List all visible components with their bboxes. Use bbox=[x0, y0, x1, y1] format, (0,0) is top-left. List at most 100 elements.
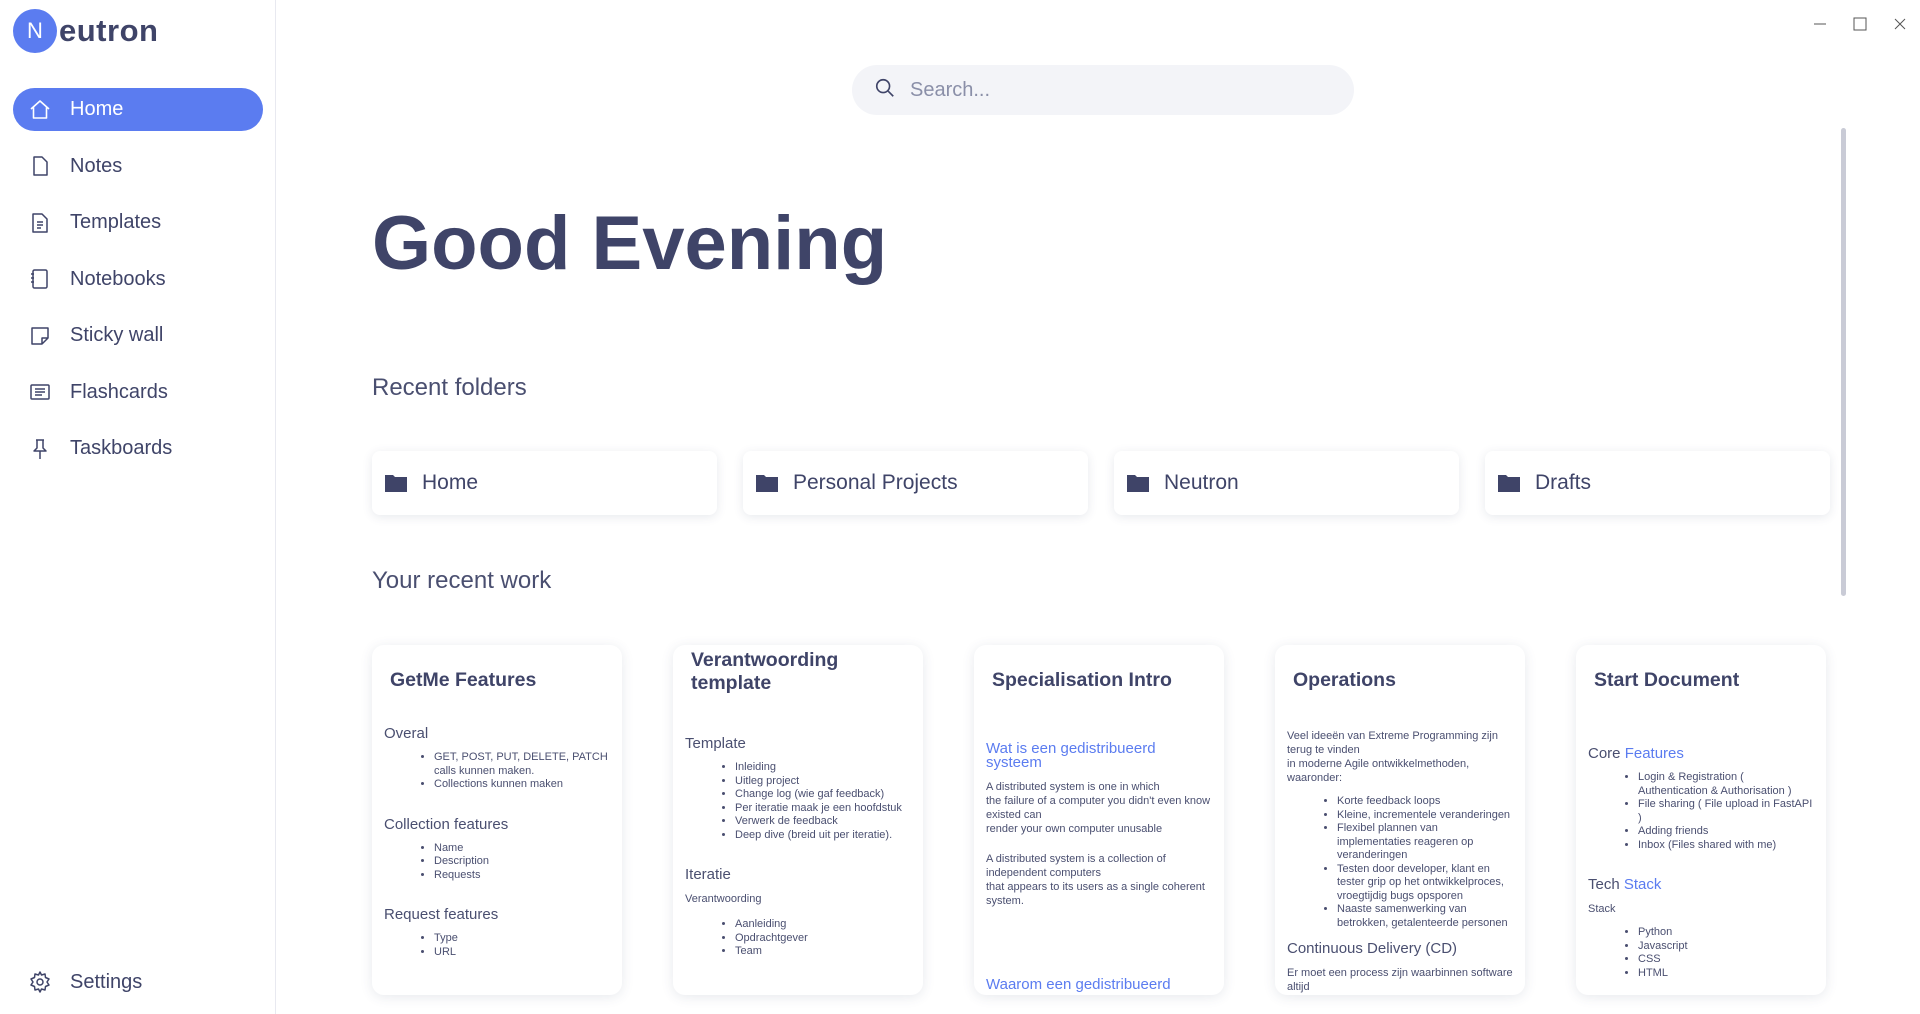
maximize-icon[interactable] bbox=[1840, 12, 1880, 36]
logo-badge: N bbox=[13, 9, 57, 53]
list-item: Team bbox=[735, 945, 911, 959]
sidebar-item-sticky-wall[interactable]: Sticky wall bbox=[13, 314, 263, 357]
folder-card[interactable]: Drafts bbox=[1485, 451, 1830, 515]
sidebar-item-notebooks[interactable]: Notebooks bbox=[13, 258, 263, 301]
list-item: HTML bbox=[1638, 967, 1814, 981]
preview-heading: Tech Stack bbox=[1588, 876, 1814, 893]
list-item: Flexibel plannen van implementaties reag… bbox=[1337, 822, 1513, 863]
folder-card[interactable]: Home bbox=[372, 451, 717, 515]
home-icon bbox=[27, 97, 53, 123]
sidebar-item-label: Notebooks bbox=[70, 267, 166, 290]
preview-list: Name Description Requests bbox=[384, 842, 610, 883]
folder-name: Home bbox=[422, 471, 479, 494]
minimize-icon[interactable] bbox=[1800, 12, 1840, 36]
sidebar-item-home[interactable]: Home bbox=[13, 88, 263, 131]
note-card-title: Specialisation Intro bbox=[992, 669, 1172, 691]
note-preview: Wat is een gedistribueerd systeem A dist… bbox=[986, 741, 1212, 992]
note-preview: Template Inleiding Uitleg project Change… bbox=[685, 735, 911, 959]
note-card[interactable]: Specialisation Intro Wat is een gedistri… bbox=[974, 645, 1224, 995]
preview-heading: Request features bbox=[384, 906, 499, 923]
page-title: Good Evening bbox=[372, 201, 888, 286]
list-item: Kleine, incrementele veranderingen bbox=[1337, 809, 1513, 823]
note-card[interactable]: Start Document Core Features Login & Reg… bbox=[1576, 645, 1826, 995]
note-preview: Overal GET, POST, PUT, DELETE, PATCH cal… bbox=[384, 725, 610, 959]
preview-list: Login & Registration ( Authentication & … bbox=[1588, 771, 1814, 852]
folder-card[interactable]: Neutron bbox=[1114, 451, 1459, 515]
flashcard-icon bbox=[27, 379, 53, 405]
notebook-icon bbox=[27, 266, 53, 292]
preview-heading: Template bbox=[685, 735, 746, 752]
preview-text: Verantwoording bbox=[685, 893, 762, 905]
list-item: Inbox (Files shared with me) bbox=[1638, 839, 1814, 853]
sidebar-item-label: Taskboards bbox=[70, 437, 173, 459]
list-item: Description bbox=[434, 855, 610, 869]
list-item: CSS bbox=[1638, 953, 1814, 967]
sidebar-item-notes[interactable]: Notes bbox=[13, 145, 263, 188]
preview-text: Veel ideeën van Extreme Programming zijn… bbox=[1287, 730, 1498, 756]
gear-icon bbox=[27, 969, 53, 995]
sidebar: N eutron Home Notes Templates Notebooks … bbox=[0, 0, 276, 1014]
list-item: Javascript bbox=[1638, 940, 1814, 954]
sidebar-item-templates[interactable]: Templates bbox=[13, 201, 263, 244]
heading-link[interactable]: Features bbox=[1625, 745, 1684, 762]
preview-list: Inleiding Uitleg project Change log (wie… bbox=[685, 761, 911, 842]
list-item: Inleiding bbox=[735, 761, 911, 775]
note-preview: Veel ideeën van Extreme Programming zijn… bbox=[1287, 729, 1513, 994]
folder-icon bbox=[755, 472, 781, 494]
note-card[interactable]: GetMe Features Overal GET, POST, PUT, DE… bbox=[372, 645, 622, 995]
preview-text: render your own computer unusable bbox=[986, 823, 1163, 835]
note-card[interactable]: Verantwoording template Template Inleidi… bbox=[673, 645, 923, 995]
preview-list: Korte feedback loops Kleine, incrementel… bbox=[1287, 795, 1513, 930]
search-icon bbox=[874, 77, 896, 104]
folder-name: Neutron bbox=[1164, 471, 1239, 494]
preview-heading: Continuous Delivery (CD) bbox=[1287, 940, 1458, 957]
sidebar-item-taskboards[interactable]: Taskboards bbox=[13, 427, 263, 470]
preview-heading-link[interactable]: Waarom een gedistribueerd bbox=[986, 977, 1212, 992]
recent-work-title: Your recent work bbox=[372, 567, 552, 594]
list-item: GET, POST, PUT, DELETE, PATCH calls kunn… bbox=[434, 751, 610, 778]
recent-folders-title: Recent folders bbox=[372, 374, 527, 401]
preview-list: Aanleiding Opdrachtgever Team bbox=[685, 918, 911, 959]
list-item: URL bbox=[434, 946, 610, 960]
heading-text: Tech bbox=[1588, 876, 1624, 893]
preview-list: Python Javascript CSS HTML bbox=[1588, 926, 1814, 980]
settings-button[interactable]: Settings bbox=[13, 962, 263, 1002]
search-input[interactable] bbox=[910, 78, 1310, 102]
close-icon[interactable] bbox=[1880, 12, 1920, 36]
preview-list: Type URL bbox=[384, 932, 610, 959]
sidebar-item-label: Notes bbox=[70, 154, 123, 177]
note-preview: Core Features Login & Registration ( Aut… bbox=[1588, 745, 1814, 980]
list-item: Testen door developer, klant en tester g… bbox=[1337, 863, 1513, 904]
folder-icon bbox=[1497, 472, 1523, 494]
folder-icon bbox=[1126, 472, 1152, 494]
note-icon bbox=[27, 153, 53, 179]
list-item: Uitleg project bbox=[735, 775, 911, 789]
preview-heading-link[interactable]: Wat is een gedistribueerd systeem bbox=[986, 741, 1212, 770]
list-item: Requests bbox=[434, 869, 610, 883]
note-card-title: Verantwoording template bbox=[691, 649, 839, 694]
sidebar-item-label: Templates bbox=[70, 211, 162, 233]
heading-text: Core bbox=[1588, 745, 1625, 762]
list-item: Python bbox=[1638, 926, 1814, 940]
folder-card[interactable]: Personal Projects bbox=[743, 451, 1088, 515]
preview-heading: Overal bbox=[384, 725, 429, 742]
folder-icon bbox=[384, 472, 410, 494]
list-item: Type bbox=[434, 932, 610, 946]
list-item: Adding friends bbox=[1638, 825, 1814, 839]
list-item: Opdrachtgever bbox=[735, 932, 911, 946]
settings-label: Settings bbox=[70, 970, 143, 993]
recent-work-list: GetMe Features Overal GET, POST, PUT, DE… bbox=[372, 645, 1826, 995]
heading-link[interactable]: Stack bbox=[1624, 876, 1662, 893]
note-card[interactable]: Operations Veel ideeën van Extreme Progr… bbox=[1275, 645, 1525, 995]
preview-text: that appears to its users as a single co… bbox=[986, 881, 1205, 907]
folder-name: Personal Projects bbox=[793, 471, 958, 494]
list-item: Korte feedback loops bbox=[1337, 795, 1513, 809]
recent-folders-list: Home Personal Projects Neutron Drafts bbox=[372, 451, 1830, 515]
preview-list: GET, POST, PUT, DELETE, PATCH calls kunn… bbox=[384, 751, 610, 792]
scrollbar[interactable] bbox=[1841, 128, 1846, 596]
sidebar-item-flashcards[interactable]: Flashcards bbox=[13, 371, 263, 414]
list-item: Collections kunnen maken bbox=[434, 778, 610, 792]
preview-heading: Core Features bbox=[1588, 745, 1814, 762]
preview-text: the failure of a computer you didn't eve… bbox=[986, 795, 1211, 821]
search-bar[interactable] bbox=[852, 65, 1354, 115]
